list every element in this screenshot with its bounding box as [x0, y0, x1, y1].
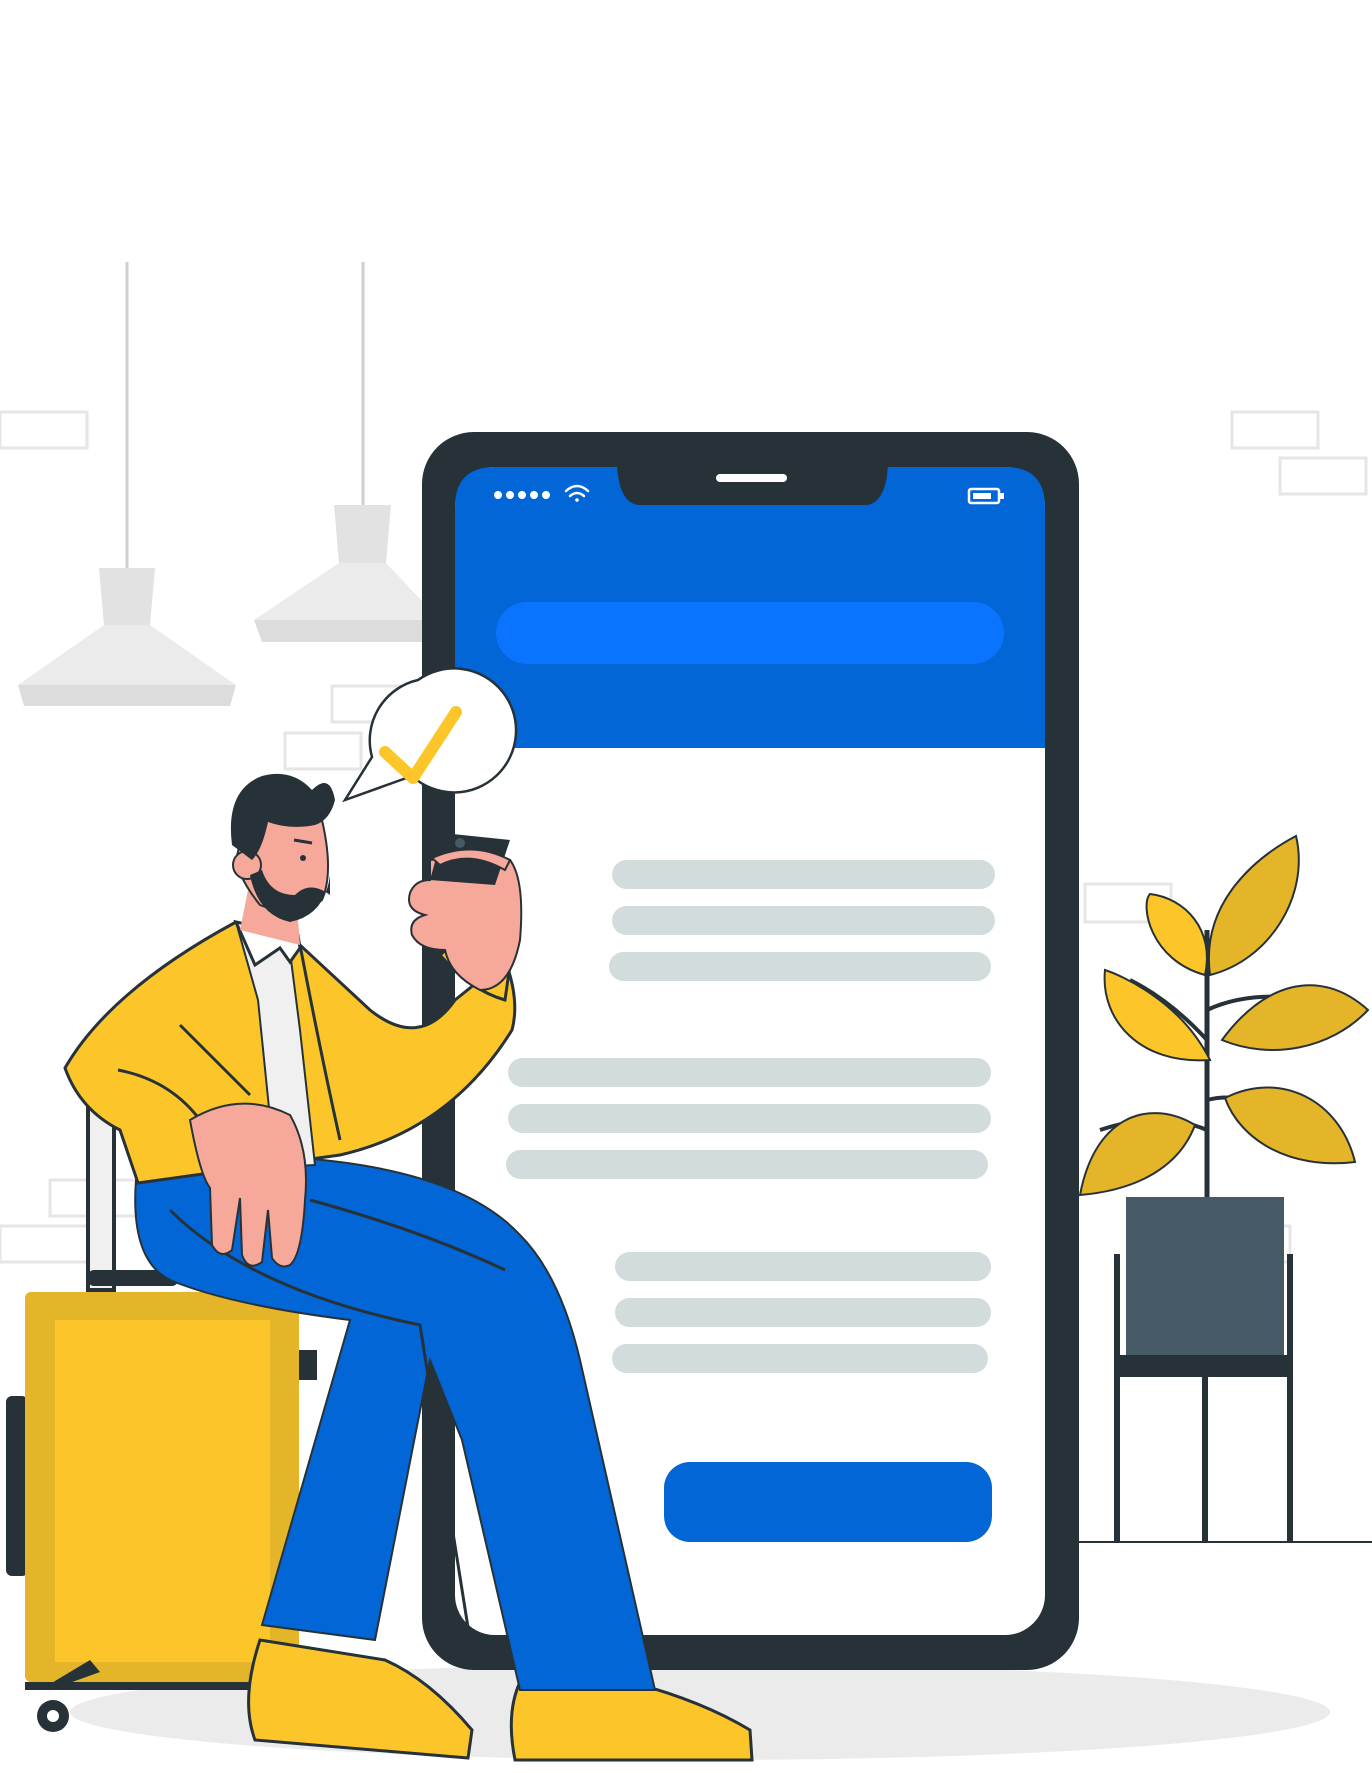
text-line-placeholder	[508, 1104, 991, 1133]
text-line-placeholder	[609, 952, 991, 981]
illustration-canvas	[0, 262, 1372, 1762]
confirmation-bubble	[342, 667, 518, 803]
plant-leaf	[1220, 984, 1370, 1051]
pendant-lamp-left	[18, 262, 236, 706]
plant-tray	[1117, 1355, 1290, 1377]
text-line-placeholder	[506, 1150, 988, 1179]
speaker-grille	[716, 474, 787, 482]
text-line-placeholder	[508, 1058, 991, 1087]
left-shoe	[247, 1638, 474, 1760]
plant-leaf	[1078, 1112, 1197, 1197]
plant-leaf	[1223, 1086, 1357, 1165]
plant	[1078, 834, 1370, 1197]
plant-pot	[1126, 1197, 1284, 1355]
pendant-lamp-right	[254, 262, 440, 642]
text-line-placeholder	[612, 860, 995, 889]
submit-button-placeholder[interactable]	[664, 1462, 992, 1542]
search-bar-placeholder[interactable]	[496, 602, 1004, 664]
text-line-placeholder	[612, 906, 995, 935]
plant-leaf	[1103, 968, 1212, 1062]
plant-leaf	[1145, 892, 1208, 977]
text-line-placeholder	[612, 1344, 988, 1373]
text-line-placeholder	[615, 1298, 991, 1327]
plant-leaf	[1207, 834, 1300, 977]
text-line-placeholder	[615, 1252, 991, 1281]
